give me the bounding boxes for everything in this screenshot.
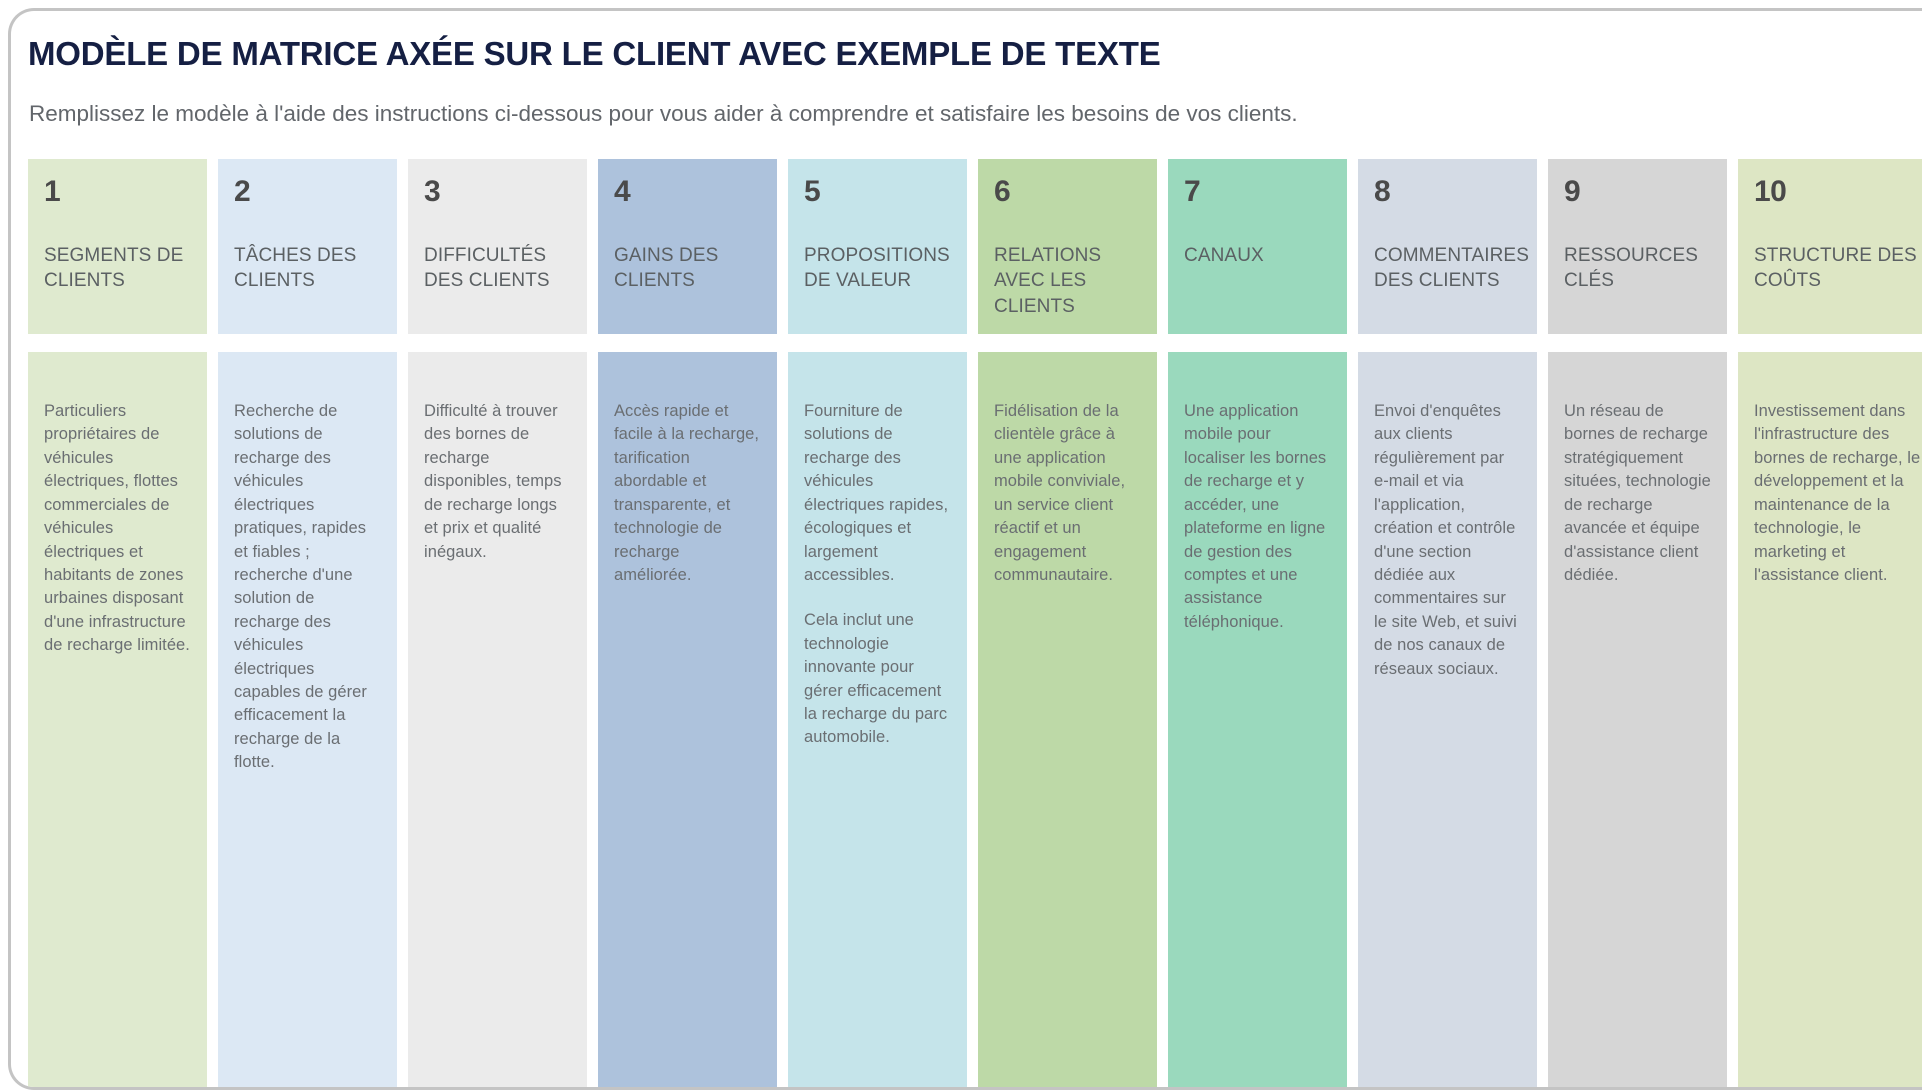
column-number: 7 (1184, 175, 1201, 208)
column-paragraph: Un réseau de bornes de recharge stratégi… (1564, 402, 1711, 584)
column-paragraph: Particuliers propriétaires de véhicules … (44, 402, 190, 655)
page-title: MODÈLE DE MATRICE AXÉE SUR LE CLIENT AVE… (28, 35, 1161, 72)
column-header-3-difficult-s-des-clients: 3 DIFFICULTÉS DES CLIENTS (408, 159, 587, 334)
column-header-10-structure-des-co-ts: 10 STRUCTURE DES COÛTS (1738, 159, 1922, 334)
column-number: 8 (1374, 175, 1391, 208)
column-header-4-gains-des-clients: 4 GAINS DES CLIENTS (598, 159, 777, 334)
column-header-9-ressources-cl-s: 9 RESSOURCES CLÉS (1548, 159, 1727, 334)
column-number: 6 (994, 175, 1011, 208)
column-number: 9 (1564, 175, 1581, 208)
column-header-7-canaux: 7 CANAUX (1168, 159, 1347, 334)
column-content-2-t-ches-des-clients[interactable]: Recherche de solutions de recharge des v… (218, 352, 397, 1087)
column-content-4-gains-des-clients[interactable]: Accès rapide et facile à la recharge, ta… (598, 352, 777, 1087)
column-number: 5 (804, 175, 821, 208)
column-paragraph: Recherche de solutions de recharge des v… (234, 402, 367, 772)
column-label: RELATIONS AVEC LES CLIENTS (994, 245, 1102, 317)
column-content-9-ressources-cl-s[interactable]: Un réseau de bornes de recharge stratégi… (1548, 352, 1727, 1087)
template-card: MODÈLE DE MATRICE AXÉE SUR LE CLIENT AVE… (8, 8, 1922, 1090)
column-content-7-canaux[interactable]: Une application mobile pour localiser le… (1168, 352, 1347, 1087)
matrix-header-row: 1 SEGMENTS DE CLIENTS 2 TÂCHES DES CLIENTS 3… (28, 159, 1922, 334)
column-paragraph: Accès rapide et facile à la recharge, ta… (614, 402, 760, 584)
column-paragraph: Cela inclut une technologie innovante po… (804, 611, 948, 747)
column-content-10-structure-des-co-ts[interactable]: Investissement dans l'infrastructure des… (1738, 352, 1922, 1087)
matrix-body-row: Particuliers propriétaires de véhicules … (28, 352, 1922, 1087)
column-paragraph: Investissement dans l'infrastructure des… (1754, 402, 1921, 584)
column-content-3-difficult-s-des-clients[interactable]: Difficulté à trouver des bornes de recha… (408, 352, 587, 1087)
column-paragraph: Fidélisation de la clientèle grâce à une… (994, 402, 1126, 584)
column-label: SEGMENTS DE CLIENTS (44, 245, 184, 292)
customer-matrix: 1 SEGMENTS DE CLIENTS 2 TÂCHES DES CLIENTS 3… (28, 159, 1922, 1087)
page-subtitle: Remplissez le modèle à l'aide des instru… (29, 101, 1298, 126)
column-content-1-segments-de-clients[interactable]: Particuliers propriétaires de véhicules … (28, 352, 207, 1087)
column-label: STRUCTURE DES COÛTS (1754, 245, 1917, 292)
column-content-8-commentaires-des-clients[interactable]: Envoi d'enquêtes aux clients régulièreme… (1358, 352, 1537, 1087)
matrix-row-divider (28, 334, 1922, 352)
column-header-8-commentaires-des-clients: 8 COMMENTAIRES DES CLIENTS (1358, 159, 1537, 334)
column-label: DIFFICULTÉS DES CLIENTS (424, 245, 550, 292)
column-paragraph: Difficulté à trouver des bornes de recha… (424, 402, 562, 561)
title-bar: MODÈLE DE MATRICE AXÉE SUR LE CLIENT AVE… (11, 11, 1922, 159)
column-header-6-relations-avec-les-clients: 6 RELATIONS AVEC LES CLIENTS (978, 159, 1157, 334)
column-content-5-propositions-de-valeur[interactable]: Fourniture de solutions de recharge des … (788, 352, 967, 1087)
column-label: PROPOSITIONS DE VALEUR (804, 245, 950, 292)
column-number: 1 (44, 175, 61, 208)
column-header-2-t-ches-des-clients: 2 TÂCHES DES CLIENTS (218, 159, 397, 334)
column-label: TÂCHES DES CLIENTS (234, 245, 357, 292)
column-header-1-segments-de-clients: 1 SEGMENTS DE CLIENTS (28, 159, 207, 334)
column-number: 10 (1754, 175, 1787, 208)
column-content-6-relations-avec-les-clients[interactable]: Fidélisation de la clientèle grâce à une… (978, 352, 1157, 1087)
column-number: 4 (614, 175, 631, 208)
column-label: RESSOURCES CLÉS (1564, 245, 1699, 292)
column-label: COMMENTAIRES DES CLIENTS (1374, 245, 1529, 292)
column-paragraph: Envoi d'enquêtes aux clients régulièreme… (1374, 402, 1517, 678)
column-header-5-propositions-de-valeur: 5 PROPOSITIONS DE VALEUR (788, 159, 967, 334)
column-label: GAINS DES CLIENTS (614, 245, 719, 292)
column-label: CANAUX (1184, 245, 1264, 266)
column-paragraph: Une application mobile pour localiser le… (1184, 402, 1327, 631)
column-paragraph: Fourniture de solutions de recharge des … (804, 402, 949, 584)
column-number: 2 (234, 175, 251, 208)
column-number: 3 (424, 175, 441, 208)
